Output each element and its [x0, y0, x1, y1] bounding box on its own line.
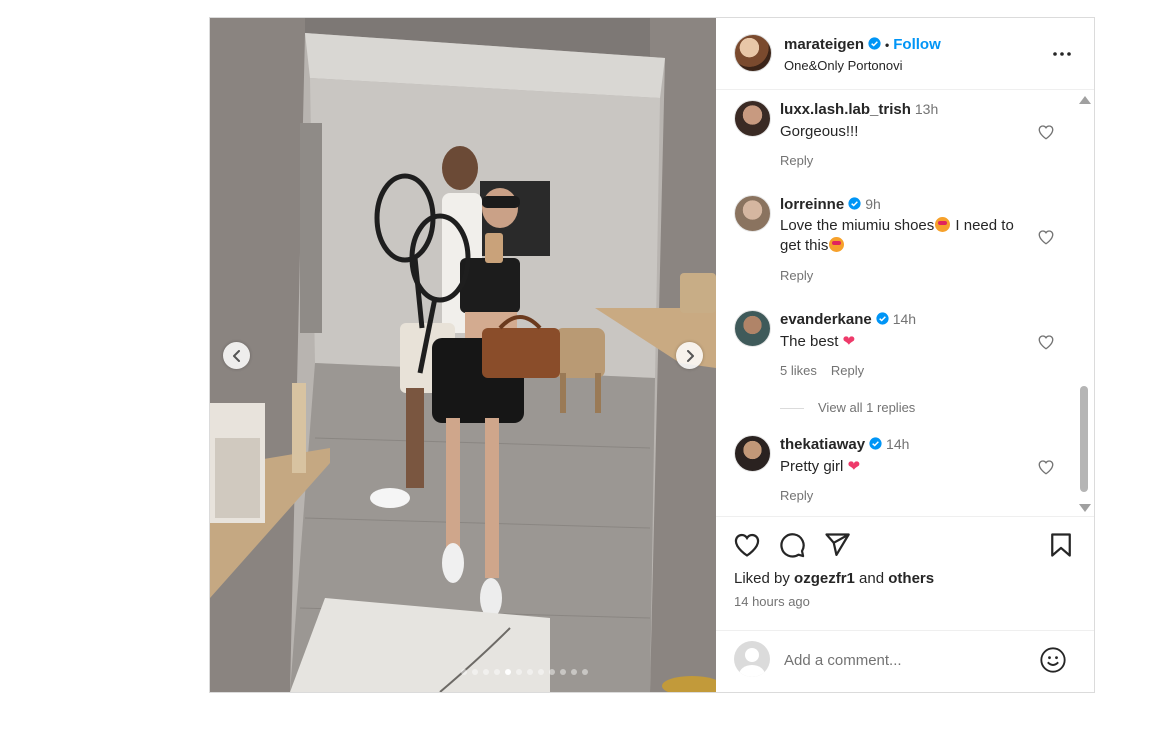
verified-icon [876, 312, 889, 325]
comment-meta: 5 likes Reply [780, 363, 878, 378]
heart-icon[interactable] [1037, 333, 1055, 351]
post-timestamp[interactable]: 14 hours ago [734, 594, 810, 609]
reply-button[interactable]: Reply [780, 488, 813, 503]
post-media [210, 18, 716, 692]
emoji-icon[interactable] [1039, 646, 1067, 674]
comment-time: 14h [886, 436, 910, 452]
slide-dot [471, 669, 478, 675]
comment-time: 13h [914, 101, 939, 117]
slide-dot [515, 669, 522, 675]
post-header: marateigen • Follow One&Only Portonovi [716, 18, 1094, 90]
author-avatar[interactable] [734, 34, 772, 72]
previous-slide-button[interactable] [223, 342, 250, 369]
scroll-up-arrow-icon[interactable] [1079, 96, 1091, 104]
slide-dot [460, 669, 467, 675]
heart-icon[interactable] [733, 531, 761, 559]
liked-by-text: Liked by ozgezfr1 and others [734, 570, 935, 587]
commenter-avatar[interactable] [734, 100, 771, 137]
reply-button[interactable]: Reply [780, 268, 813, 283]
verified-icon [868, 37, 881, 50]
verified-icon [869, 437, 882, 450]
heart-eyes-emoji-icon [829, 237, 845, 252]
share-icon[interactable] [823, 531, 851, 559]
current-user-avatar [734, 641, 770, 677]
comment-meta: Reply [780, 268, 827, 283]
comment-text: Love the miumiu shoes I need to get this [780, 217, 1014, 254]
slide-dot [570, 669, 577, 675]
liked-by-others[interactable]: others [888, 570, 934, 587]
slide-indicator [210, 669, 716, 675]
post-location[interactable]: One&Only Portonovi [784, 58, 903, 73]
comment-time: 9h [865, 196, 881, 212]
comment-username[interactable]: thekatiaway 14h [780, 436, 909, 453]
more-icon[interactable] [1050, 42, 1074, 66]
slide-dot [526, 669, 533, 675]
liked-by-user[interactable]: ozgezfr1 [794, 570, 855, 587]
add-comment-row [716, 630, 1094, 694]
slide-dot [537, 669, 544, 675]
chevron-right-icon [686, 349, 694, 362]
comment-likes[interactable]: 5 likes [780, 363, 817, 378]
verified-icon [848, 197, 861, 210]
scroll-down-arrow-icon[interactable] [1079, 504, 1091, 512]
add-comment-input[interactable] [784, 650, 1024, 670]
author-line: marateigen • Follow [784, 36, 941, 53]
bookmark-icon[interactable] [1047, 531, 1075, 559]
heart-icon[interactable] [1037, 123, 1055, 141]
comment-icon[interactable] [778, 531, 806, 559]
comment-text: The best ❤ [780, 333, 856, 350]
view-replies-button[interactable]: View all 1 replies [780, 400, 915, 415]
slide-dot [548, 669, 555, 675]
comment-list: luxx.lash.lab_trish 13h Gorgeous!!! Reply… [716, 90, 1094, 515]
commenter-avatar[interactable] [734, 195, 771, 232]
comment-text: Pretty girl ❤ [780, 458, 861, 475]
commenter-avatar[interactable] [734, 435, 771, 472]
commenter-avatar[interactable] [734, 310, 771, 347]
slide-dot [482, 669, 489, 675]
comment-meta: Reply [780, 488, 827, 503]
comment-time: 14h [892, 311, 917, 327]
comments-scrollbar[interactable] [1077, 96, 1091, 512]
comment-username[interactable]: luxx.lash.lab_trish 13h [780, 101, 938, 118]
heart-eyes-emoji-icon [935, 217, 951, 232]
reply-button[interactable]: Reply [780, 153, 813, 168]
comment-username[interactable]: evanderkane 14h [780, 311, 916, 328]
post-dialog: marateigen • Follow One&Only Portonovi lux… [209, 17, 1095, 693]
slide-dot [493, 669, 500, 675]
pink-heart-emoji-icon: ❤ [842, 333, 856, 350]
slide-dot [504, 669, 511, 675]
comment-meta: Reply [780, 153, 827, 168]
heart-icon[interactable] [1037, 458, 1055, 476]
reply-button[interactable]: Reply [831, 363, 864, 378]
header-separator: • [885, 38, 890, 52]
post-side-panel: marateigen • Follow One&Only Portonovi lux… [716, 18, 1094, 692]
heart-icon[interactable] [1037, 228, 1055, 246]
author-username[interactable]: marateigen [784, 36, 864, 53]
slide-dot [581, 669, 588, 675]
comment-text: Gorgeous!!! [780, 123, 859, 140]
comment-username[interactable]: lorreinne 9h [780, 196, 881, 213]
follow-button[interactable]: Follow [893, 36, 941, 53]
chevron-left-icon [232, 349, 240, 362]
scrollbar-thumb[interactable] [1080, 386, 1088, 492]
post-actions: Liked by ozgezfr1 and others 14 hours ag… [716, 516, 1094, 693]
post-photo [210, 18, 716, 692]
pink-heart-emoji-icon: ❤ [847, 458, 861, 475]
next-slide-button[interactable] [676, 342, 703, 369]
slide-dot [559, 669, 566, 675]
